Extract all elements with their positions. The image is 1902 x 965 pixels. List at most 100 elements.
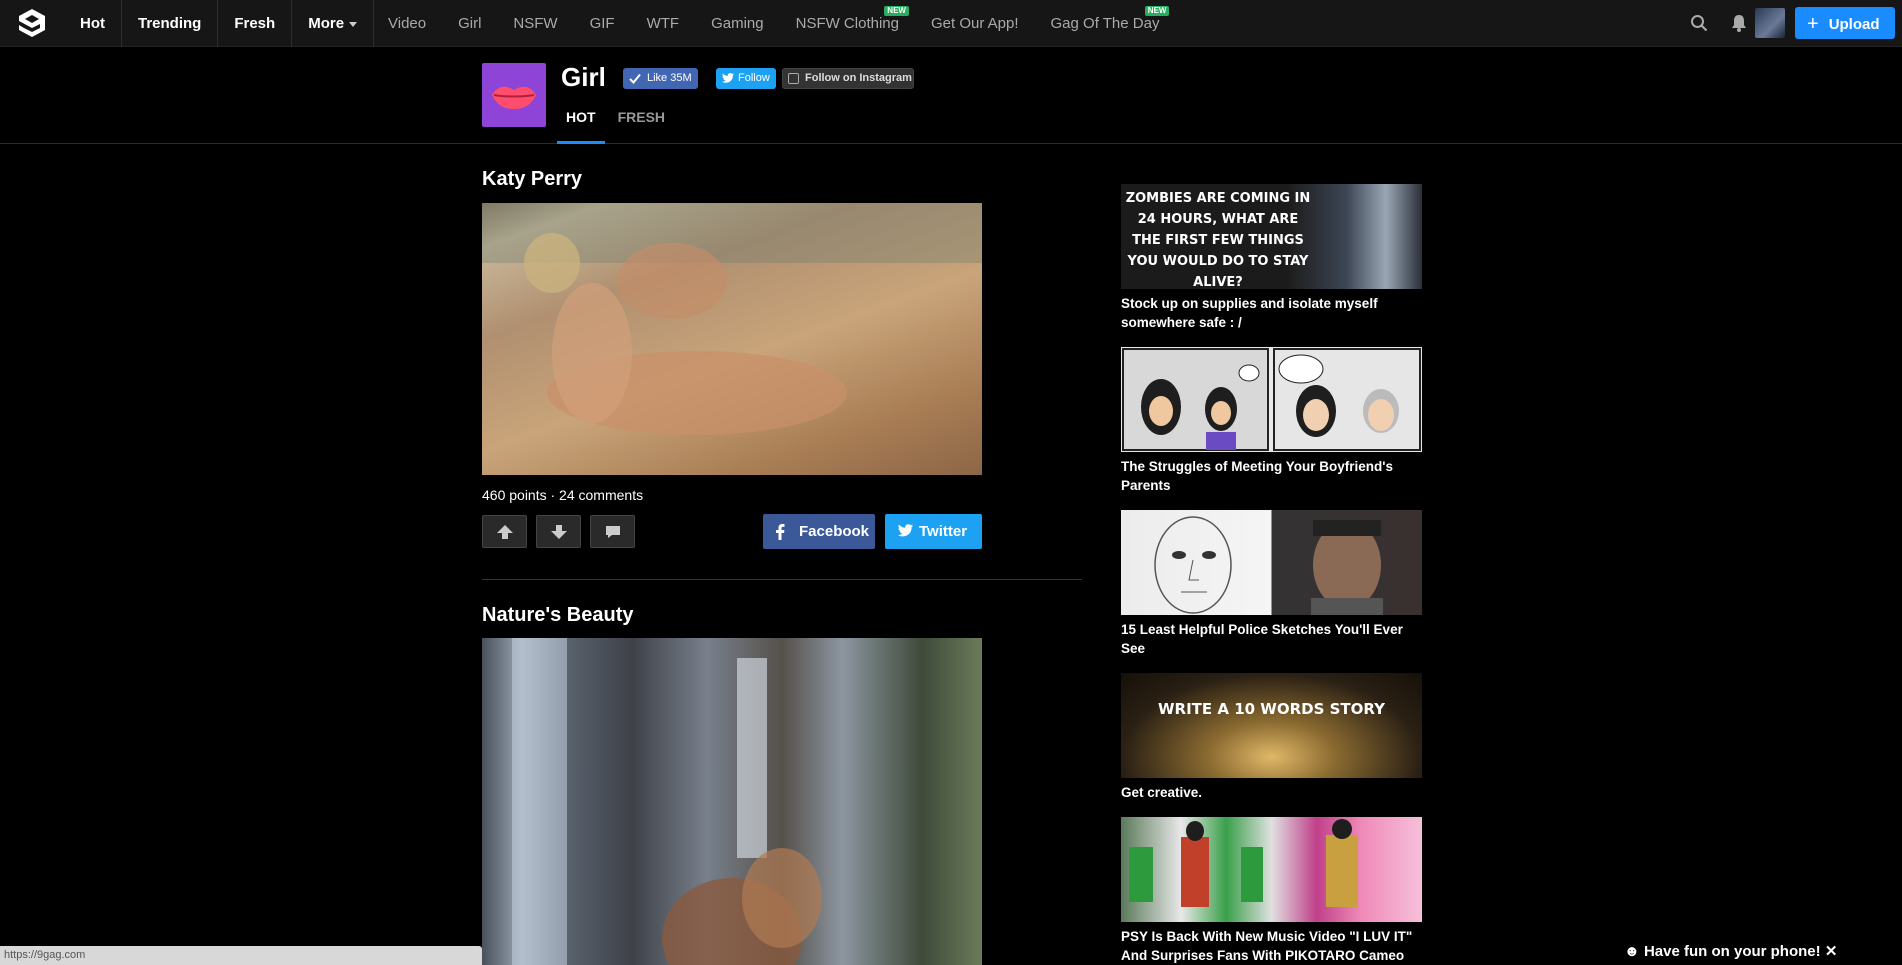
nav-section-label: Gaming [711,15,764,32]
comic-image [1122,348,1421,451]
twitter-bird-icon [722,73,734,83]
instagram-follow-button[interactable]: Follow on Instagram [782,68,914,89]
nav-section-nsfw[interactable]: NSFW [497,0,573,47]
arrow-down-icon [551,525,567,539]
nav-section-get-app[interactable]: Get Our App! [915,0,1035,47]
new-badge: NEW [884,6,909,16]
instagram-label: Follow on Instagram [805,72,912,84]
thumbnail-text: ZOMBIES ARE COMING IN 24 HOURS, WHAT ARE… [1125,191,1311,289]
sidebar-featured-item[interactable]: 15 Least Helpful Police Sketches You'll … [1121,510,1422,658]
sidebar-featured-item[interactable]: PSY Is Back With New Music Video "I LUV … [1121,817,1422,965]
nav-hot-label: Hot [80,15,105,32]
comment-icon [606,526,620,538]
twitter-follow-button[interactable]: Follow [716,68,776,89]
caret-down-icon [349,21,358,27]
nav-section-nsfw-clothing[interactable]: NSFW Clothing NEW [780,0,915,47]
nav-trending-label: Trending [138,15,202,32]
user-avatar[interactable] [1755,8,1785,38]
share-twitter-button[interactable]: Twitter [885,514,982,549]
section-icon [482,63,546,127]
sidebar-thumbnail[interactable] [1121,347,1422,452]
9gag-logo-icon[interactable] [18,8,46,38]
post-image[interactable] [482,203,982,475]
section-title: Girl [561,62,606,92]
sidebar-featured-item[interactable]: ZOMBIES ARE COMING IN 24 HOURS, WHAT ARE… [1121,184,1422,332]
downvote-button[interactable] [536,515,581,548]
post-divider [482,579,1082,580]
search-icon[interactable] [1690,14,1708,32]
nav-section-label: NSFW [513,15,558,32]
like-label: Like 35M [647,72,692,84]
share-facebook-button[interactable]: Facebook [763,514,875,549]
nav-section-label: Girl [458,15,482,32]
tab-fresh-label: FRESH [617,109,666,125]
nav-section-label: Get Our App! [930,15,1019,32]
twitter-bird-icon [897,524,914,537]
nav-section-girl[interactable]: Girl [442,0,497,47]
checkmark-icon [629,73,641,84]
upload-button[interactable]: + Upload [1795,7,1895,39]
nav-section-label: GIF [589,15,615,32]
sidebar-thumbnail[interactable]: ZOMBIES ARE COMING IN 24 HOURS, WHAT ARE… [1121,184,1422,289]
tab-fresh[interactable]: FRESH [609,106,674,144]
arrow-up-icon [497,525,513,539]
comment-button[interactable] [590,515,635,548]
thumbnail-text: WRITE A 10 WORDS STORY [1157,700,1385,718]
post-title[interactable]: Katy Perry [482,168,582,191]
nav-section-gaming[interactable]: Gaming [695,0,780,47]
music-video-image [1129,819,1358,907]
nav-section-gif[interactable]: GIF [574,0,631,47]
post-title[interactable]: Nature's Beauty [482,604,633,627]
sidebar-thumbnail[interactable] [1121,510,1422,615]
nav-section-label: Gag Of The Day [1050,15,1160,32]
nav-fresh-label: Fresh [234,15,276,32]
nav-hot[interactable]: Hot [66,0,122,47]
upload-label: Upload [1828,16,1880,33]
lips-icon [492,86,536,109]
notification-bell-icon[interactable] [1730,13,1748,33]
tab-hot-label: HOT [566,109,596,125]
sidebar-caption[interactable]: 15 Least Helpful Police Sketches You'll … [1121,620,1422,658]
close-icon[interactable]: ✕ [1825,943,1838,960]
smile-icon: ☻ [1624,943,1640,960]
new-badge: NEW [1144,6,1170,16]
section-header: Girl Like 35M Follow Follow on Instagram… [0,48,1902,144]
facebook-like-button[interactable]: Like 35M [623,68,698,89]
tab-hot[interactable]: HOT [557,106,605,144]
sidebar-thumbnail[interactable] [1121,817,1422,922]
nav-section-label: NSFW Clothing [795,15,899,32]
sidebar-featured-item[interactable]: WRITE A 10 WORDS STORY Get creative. [1121,673,1422,802]
sidebar-featured-item[interactable]: The Struggles of Meeting Your Boyfriend'… [1121,347,1422,495]
post-image[interactable] [482,638,982,965]
sidebar-caption[interactable]: Stock up on supplies and isolate myself … [1121,294,1422,332]
nav-section-wtf[interactable]: WTF [631,0,695,47]
nav-section-gag-of-the-day[interactable]: Gag Of The Day NEW [1035,0,1176,47]
sidebar-caption[interactable]: The Struggles of Meeting Your Boyfriend'… [1121,457,1422,495]
sketch-image [1154,516,1383,615]
nav-more-dropdown[interactable]: More [292,0,375,47]
nav-more-label: More [308,15,345,32]
sidebar-caption[interactable]: PSY Is Back With New Music Video "I LUV … [1121,927,1422,965]
nav-trending[interactable]: Trending [122,0,219,47]
post-points-comments[interactable]: 460 points · 24 comments [482,487,643,503]
status-bar-url: https://9gag.com [0,946,482,965]
nav-section-label: WTF [646,15,680,32]
instagram-icon [788,73,799,84]
nav-section-video[interactable]: Video [372,0,442,47]
nav-section-label: Video [388,15,427,32]
sidebar-caption[interactable]: Get creative. [1121,783,1422,802]
section-nav: Video Girl NSFW GIF WTF Gaming NSFW Clot… [372,0,1175,47]
facebook-label: Facebook [799,523,870,540]
top-navigation-bar: Hot Trending Fresh More Video Girl NSFW … [0,0,1902,47]
post-photo [512,638,822,965]
main-nav: Hot Trending Fresh More [66,0,375,47]
upvote-button[interactable] [482,515,527,548]
follow-label: Follow [738,72,770,84]
post-photo [482,203,982,435]
nav-fresh[interactable]: Fresh [218,0,293,47]
twitter-label: Twitter [919,523,968,540]
phone-banner[interactable]: ☻ Have fun on your phone! ✕ [1624,942,1837,960]
sidebar-thumbnail[interactable]: WRITE A 10 WORDS STORY [1121,673,1422,778]
plus-icon: + [1807,13,1819,35]
section-tabs: HOT FRESH [557,106,678,144]
